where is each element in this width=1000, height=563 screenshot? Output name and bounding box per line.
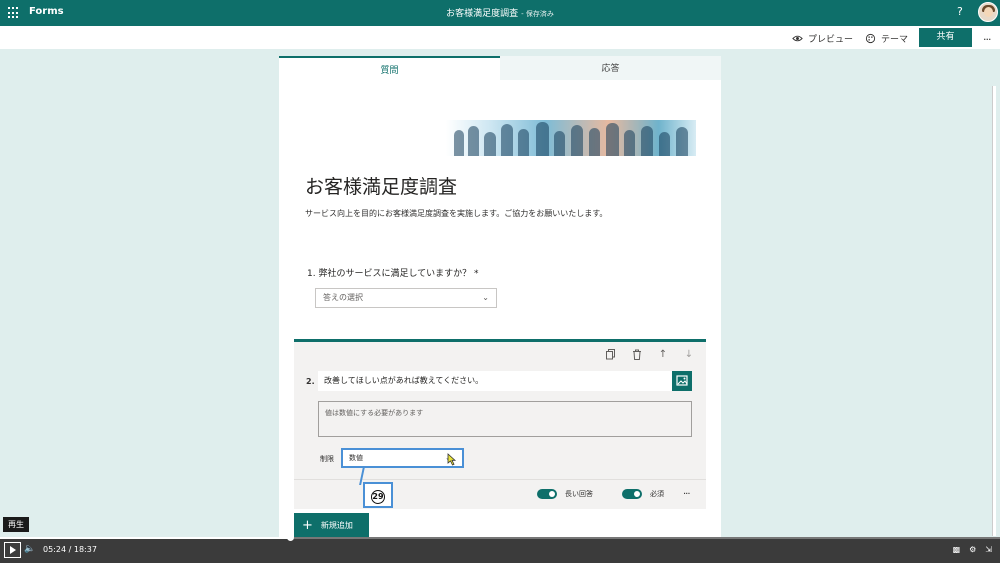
question-1-label[interactable]: 1. 弊社のサービスに満足していますか？ * [307, 266, 479, 279]
long-answer-label: 長い回答 [565, 490, 593, 498]
add-new-label: 新規追加 [320, 521, 353, 530]
insert-image-button[interactable] [672, 371, 692, 391]
long-answer-toggle[interactable] [537, 489, 557, 499]
restriction-value: 数値 [349, 454, 363, 462]
dropdown-value: 答えの選択 [323, 293, 363, 302]
time-separator: / [68, 545, 72, 554]
step-number: 29 [371, 490, 385, 504]
theme-button[interactable]: テーマ [865, 32, 908, 45]
answer-preview-hint: 値は数値にする必要があります [318, 401, 692, 437]
question-2-number: 2. [306, 377, 315, 386]
avatar[interactable] [978, 2, 998, 22]
duration: 18:37 [73, 545, 97, 554]
preview-label: プレビュー [808, 35, 854, 45]
video-seek-handle[interactable] [287, 534, 294, 541]
tab-questions[interactable]: 質問 [279, 56, 500, 80]
command-bar: プレビュー テーマ 共有 ... [0, 26, 1000, 49]
restriction-label: 制限 [320, 455, 334, 463]
share-button[interactable]: 共有 [919, 28, 972, 47]
question-options-bar: 長い回答 必須 ... [294, 479, 706, 509]
document-title: お客様満足度調査 - 保存済み [0, 6, 1000, 19]
palette-icon [865, 33, 876, 44]
tab-responses[interactable]: 応答 [500, 56, 721, 80]
fullscreen-icon[interactable]: ⇲ [985, 545, 992, 554]
video-tools: ▩ ⚙ ⇲ [953, 545, 992, 554]
form-card: 質問 応答 お客様満足度調査 サービス向上を目的にお客様満足度調査を実施します。… [279, 56, 721, 542]
page-scrollbar[interactable] [992, 86, 996, 536]
mouse-cursor-icon [447, 453, 457, 466]
form-title[interactable]: お客様満足度調査 [305, 172, 457, 199]
move-up-icon[interactable]: ↑ [656, 348, 670, 360]
play-button[interactable] [4, 542, 21, 558]
eye-icon [792, 35, 803, 42]
required-label: 必須 [650, 490, 664, 498]
video-progress-fill [0, 537, 290, 539]
video-time: 05:24 / 18:37 [43, 545, 97, 554]
play-tooltip: 再生 [3, 517, 29, 532]
more-options-icon[interactable]: ... [683, 486, 690, 497]
settings-icon[interactable]: ⚙ [969, 545, 976, 554]
theme-label: テーマ [881, 35, 909, 45]
saved-status: - 保存済み [521, 10, 554, 18]
step-callout: 29 [363, 482, 393, 508]
preview-button[interactable]: プレビュー [792, 32, 853, 45]
required-toggle[interactable] [622, 489, 642, 499]
question-2-editor: ↑ ↓ 2. 改善してほしい点があれば教えてください。 値は数値にする必要があり… [294, 339, 706, 509]
add-new-button[interactable]: + 新規追加 [294, 513, 369, 538]
copy-icon[interactable] [604, 348, 618, 360]
more-options-icon[interactable]: ... [983, 30, 991, 43]
form-description[interactable]: サービス向上を目的にお客様満足度調査を実施します。ご協力をお願いいたします。 [305, 208, 607, 219]
plus-icon: + [302, 518, 313, 533]
question-1-dropdown[interactable]: 答えの選択 ⌄ [315, 288, 497, 308]
delete-icon[interactable] [630, 348, 644, 360]
current-time: 05:24 [43, 545, 67, 554]
volume-icon[interactable]: 🔈 [24, 544, 35, 554]
move-down-icon[interactable]: ↓ [682, 348, 696, 360]
question-2-text-input[interactable]: 改善してほしい点があれば教えてください。 [318, 371, 672, 391]
captions-icon[interactable]: ▩ [953, 545, 961, 554]
image-icon [676, 375, 688, 386]
chevron-down-icon: ⌄ [482, 293, 489, 302]
help-icon[interactable]: ? [957, 5, 963, 18]
header-image[interactable] [446, 120, 696, 156]
video-control-bar [0, 538, 1000, 563]
app-header: Forms お客様満足度調査 - 保存済み ? [0, 0, 1000, 26]
document-title-text: お客様満足度調査 [446, 9, 519, 19]
question-toolbar: ↑ ↓ [604, 348, 696, 360]
